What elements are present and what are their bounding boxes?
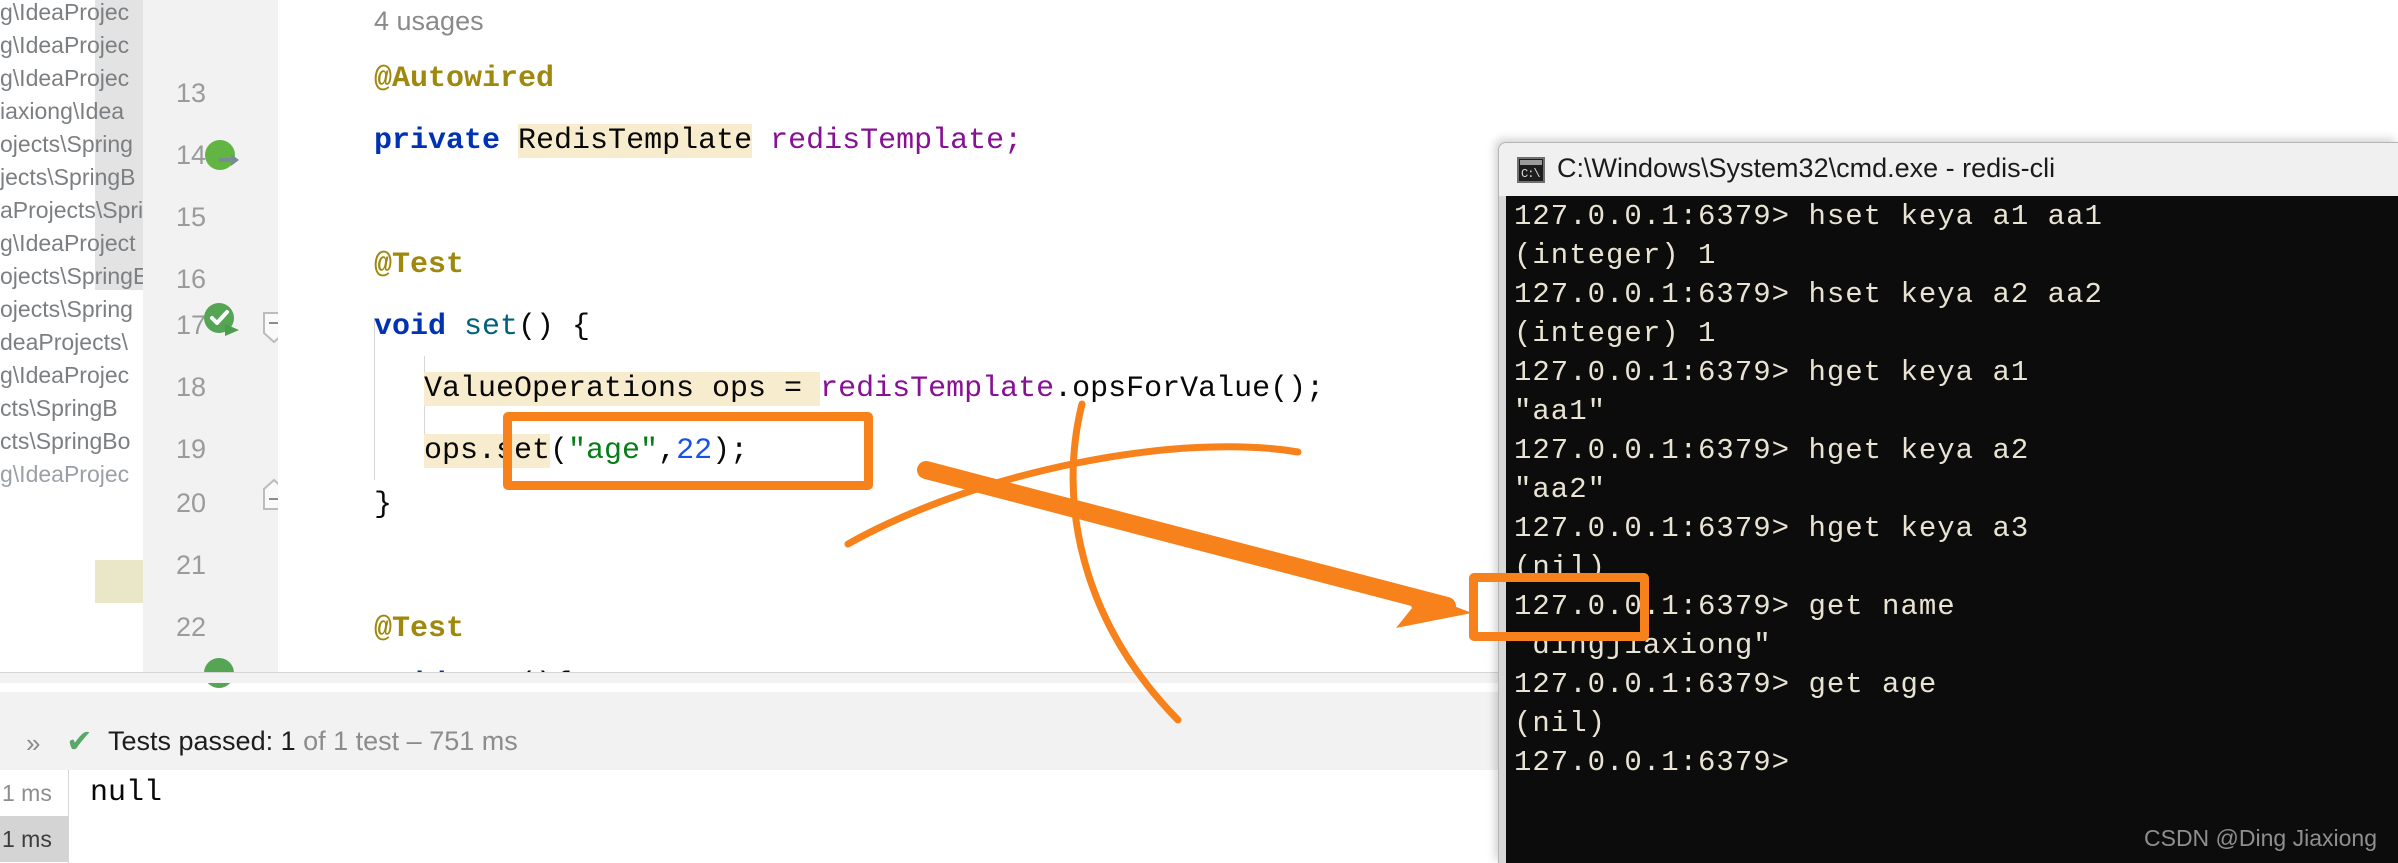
tests-passed-status: Tests passed: 1 of 1 test – 751 ms [108, 726, 518, 757]
line-number: 20 [175, 488, 206, 518]
terminal-line: (integer) 1 [1514, 239, 1717, 272]
editor-gutter[interactable]: 13 14 15 16 17 18 19 20 21 22 [143, 0, 285, 688]
console-divider [68, 770, 69, 863]
line-number: 13 [175, 78, 206, 108]
tests-passed-suffix: of 1 test – 751 ms [295, 726, 518, 756]
code-highlight-box [503, 412, 873, 490]
terminal-line: (integer) 1 [1514, 317, 1717, 350]
ops-ref: ops [424, 434, 479, 468]
terminal-line: 127.0.0.1:6379> [1514, 746, 1791, 779]
cmd-window-title: C:\Windows\System32\cmd.exe - redis-cli [1557, 153, 2056, 183]
run-test-gutter-icon[interactable] [201, 136, 243, 178]
code-line-20: } [374, 488, 392, 522]
run-test-passed-gutter-icon[interactable] [201, 300, 243, 342]
line-number: 22 [175, 612, 206, 642]
terminal-line: (nil) [1514, 707, 1607, 740]
terminal-line: "aa2" [1514, 473, 1607, 506]
line-number: 14 [175, 140, 206, 170]
terminal-line: 127.0.0.1:6379> get age [1514, 668, 1938, 701]
terminal-line: 127.0.0.1:6379> hget keya a3 [1514, 512, 2030, 545]
terminal-line: 127.0.0.1:6379> hset keya a1 aa1 [1514, 200, 2103, 233]
test-run-status-bar: » ✔ Tests passed: 1 of 1 test – 751 ms [0, 714, 1498, 771]
csdn-watermark: CSDN @Ding Jiaxiong [2144, 825, 2377, 851]
test-annotation: @Test [374, 248, 465, 282]
void-keyword: void [374, 310, 447, 344]
line-number: 15 [175, 202, 206, 232]
editor-splitter[interactable] [0, 672, 1498, 683]
usages-hint[interactable]: 4 usages [374, 6, 484, 37]
cmd-icon-label: C:\ [1521, 167, 1541, 181]
code-line-17: void set() { [374, 310, 590, 344]
value-operations-type: ValueOperations [424, 372, 695, 406]
redis-template-ref: redisTemplate [820, 372, 1055, 406]
code-line-16: @Test [374, 248, 464, 282]
method-signature-rest: () { [518, 310, 591, 344]
terminal-nil-highlight-box [1469, 573, 1649, 641]
private-keyword: private [374, 124, 501, 158]
closing-brace: } [374, 488, 393, 522]
test-annotation: @Test [374, 612, 465, 646]
redis-template-type: RedisTemplate [518, 124, 753, 158]
cmd-terminal-body[interactable]: 127.0.0.1:6379> hset keya a1 aa1 (intege… [1506, 196, 2398, 863]
code-editor[interactable]: 4 usages @Autowired private RedisTemplat… [278, 0, 1498, 672]
line-number: 16 [175, 264, 206, 294]
cmd-title-bar[interactable]: C:\ C:\Windows\System32\cmd.exe - redis-… [1499, 143, 2398, 196]
ops-for-value-call: .opsForValue(); [1054, 372, 1325, 406]
console-time-cell: 1 ms [2, 780, 52, 806]
set-method-name: set [464, 310, 519, 344]
terminal-line: 127.0.0.1:6379> hset keya a2 aa2 [1514, 278, 2103, 311]
console-time-column: 1 ms 1 ms [0, 770, 68, 863]
project-paths-panel[interactable]: g\IdeaProjec g\IdeaProjec g\IdeaProjec i… [0, 0, 143, 672]
cmd-console-icon: C:\ [1517, 157, 1545, 183]
console-output-null: null [90, 776, 163, 810]
cmd-window[interactable]: C:\ C:\Windows\System32\cmd.exe - redis-… [1498, 142, 2398, 863]
screen-root: g\IdeaProjec g\IdeaProjec g\IdeaProjec i… [0, 0, 2398, 863]
terminal-line: 127.0.0.1:6379> hget keya a1 [1514, 356, 2030, 389]
horizontal-scrollbar-track[interactable] [0, 692, 1498, 715]
code-line-18: ValueOperations ops = redisTemplate.opsF… [424, 372, 1324, 406]
code-line-22: @Test [374, 612, 464, 646]
tests-passed-count: 1 [280, 726, 296, 756]
terminal-line: 127.0.0.1:6379> hget keya a2 [1514, 434, 2030, 467]
line-number: 18 [175, 372, 206, 402]
path-line: g\IdeaProjec [0, 461, 130, 487]
tests-passed-check-icon: ✔ [66, 722, 93, 760]
expand-chevrons-icon[interactable]: » [26, 728, 40, 759]
terminal-line: "aa1" [1514, 395, 1607, 428]
line-number: 17 [175, 310, 206, 340]
ops-var-decl: ops = [694, 372, 821, 406]
path-highlight-shade [95, 560, 143, 603]
console-time-cell: 1 ms [0, 816, 68, 862]
cmd-scrollbar[interactable] [1499, 196, 1506, 863]
line-number: 21 [175, 550, 206, 580]
redis-template-field: redisTemplate; [752, 124, 1023, 158]
line-number: 19 [175, 434, 206, 464]
run-console[interactable]: 1 ms 1 ms null [0, 770, 1498, 863]
code-line-14: private RedisTemplate redisTemplate; [374, 124, 1022, 158]
autowired-annotation: @Autowired [374, 62, 555, 96]
code-line-13: @Autowired [374, 62, 554, 96]
tests-passed-prefix: Tests passed: [108, 726, 281, 756]
